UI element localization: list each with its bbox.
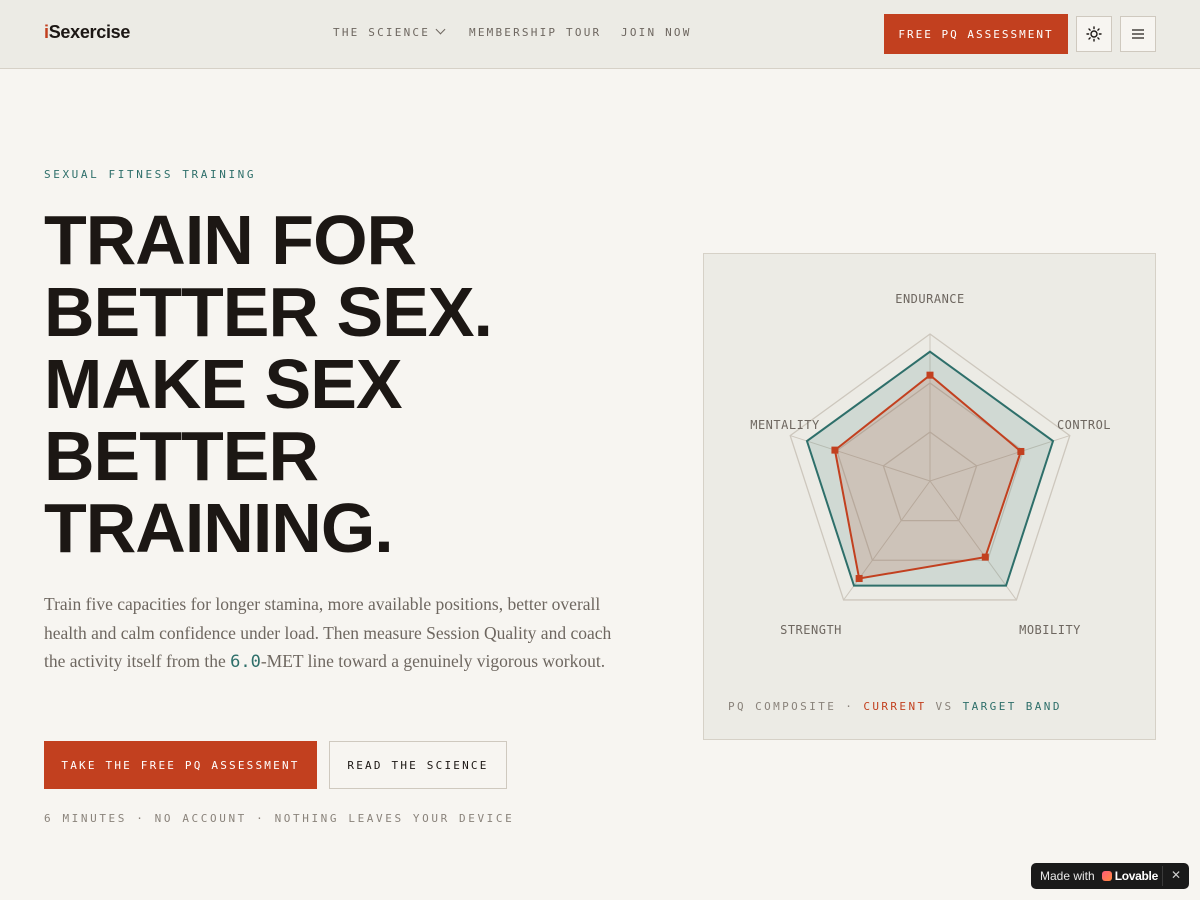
- badge-brand: Lovable: [1114, 869, 1159, 883]
- menu-button[interactable]: [1120, 16, 1156, 52]
- hero-headline: TRAIN FOR BETTER SEX. MAKE SEX BETTER TR…: [44, 204, 664, 564]
- chevron-down-icon: [435, 24, 446, 35]
- radar-axis-label: CONTROL: [1057, 418, 1111, 432]
- pq-radar-card: ENDURANCE CONTROL MOBILITY STRENGTH MENTALIT…: [703, 253, 1156, 740]
- logo[interactable]: iSexercise: [44, 22, 130, 43]
- hero-lede: Train five capacities for longer stamina…: [44, 590, 634, 677]
- headline-line: BETTER SEX.: [44, 273, 493, 351]
- hero-fineprint: 6 MINUTES · NO ACCOUNT · NOTHING LEAVES …: [44, 812, 515, 825]
- radar-point: [855, 575, 863, 583]
- legend-vs: VS: [926, 700, 963, 713]
- radar-legend: PQ COMPOSITE · CURRENT VS TARGET BAND: [728, 700, 1062, 713]
- headline-line: TRAIN FOR: [44, 201, 417, 279]
- badge-label: Made with: [1040, 869, 1095, 883]
- radar-point: [926, 371, 934, 379]
- met-value: 6.0: [230, 652, 261, 672]
- top-nav-bar: iSexercise THE SCIENCE MEMBERSHIP TOUR J…: [0, 0, 1200, 69]
- theme-toggle-button[interactable]: [1076, 16, 1112, 52]
- radar-point: [981, 553, 989, 561]
- pq-radar-chart: ENDURANCE CONTROL MOBILITY STRENGTH MENTALIT…: [750, 292, 1111, 637]
- nav-membership-tour[interactable]: MEMBERSHIP TOUR: [469, 26, 601, 39]
- legend-current: CURRENT: [863, 700, 927, 713]
- made-with-lovable-badge[interactable]: Made with Lovable ✕: [1031, 863, 1189, 889]
- nav-the-science[interactable]: THE SCIENCE: [333, 24, 446, 39]
- radar-point: [1017, 447, 1025, 455]
- hamburger-menu-icon: [1132, 29, 1144, 39]
- nav-the-science-label: THE SCIENCE: [333, 26, 431, 39]
- nav-join-now[interactable]: JOIN NOW: [621, 26, 692, 39]
- radar-axis-label: ENDURANCE: [895, 292, 965, 306]
- free-pq-assessment-button[interactable]: FREE PQ ASSESSMENT: [884, 14, 1068, 54]
- take-pq-assessment-button[interactable]: TAKE THE FREE PQ ASSESSMENT: [44, 741, 317, 789]
- radar-axis-label: STRENGTH: [780, 623, 842, 637]
- headline-line: BETTER: [44, 417, 319, 495]
- hero-eyebrow: SEXUAL FITNESS TRAINING: [44, 168, 257, 181]
- lovable-heart-icon: [1101, 871, 1112, 881]
- logo-text: Sexercise: [48, 22, 131, 42]
- radar-point: [831, 446, 839, 454]
- headline-line: MAKE SEX: [44, 345, 403, 423]
- read-the-science-button[interactable]: READ THE SCIENCE: [329, 741, 507, 789]
- lede-text-end: -MET line toward a genuinely vigorous wo…: [260, 651, 606, 671]
- legend-target: TARGET BAND: [962, 700, 1062, 713]
- legend-prefix: PQ COMPOSITE ·: [728, 700, 864, 713]
- badge-divider: [1162, 866, 1163, 886]
- radar-axis-label: MENTALITY: [750, 418, 820, 432]
- close-icon[interactable]: ✕: [1171, 868, 1181, 882]
- sun-icon: [1086, 26, 1102, 42]
- radar-axis-label: MOBILITY: [1019, 623, 1081, 637]
- headline-line: TRAINING.: [44, 489, 394, 567]
